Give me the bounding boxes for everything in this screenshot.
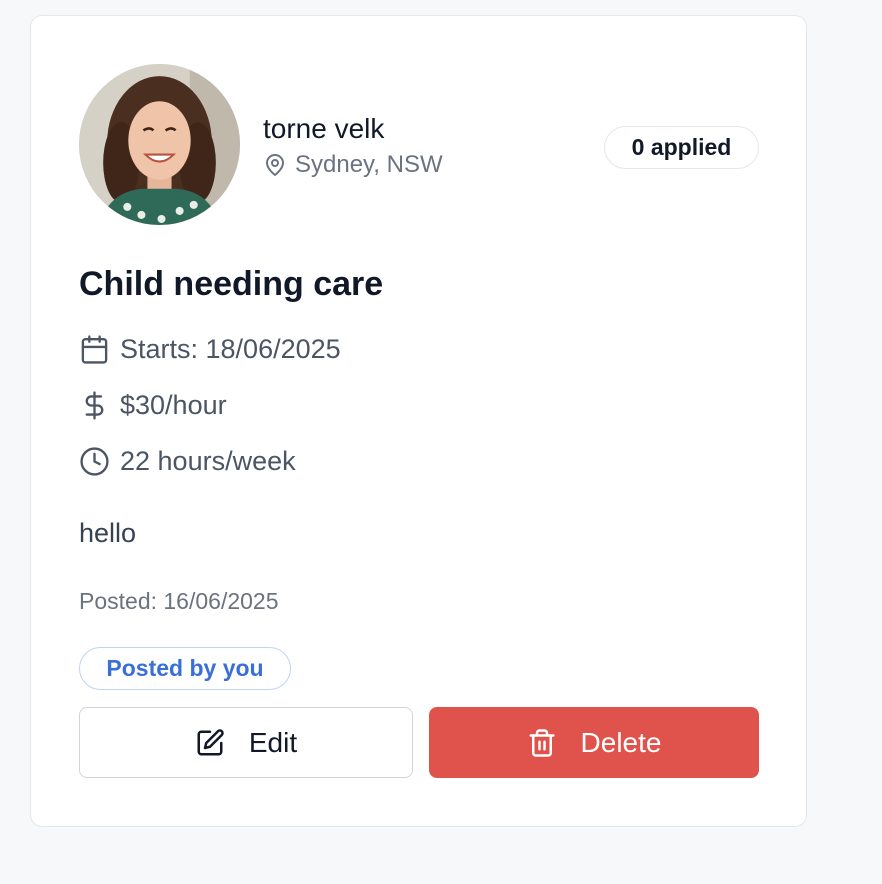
rate-text: $30/hour: [120, 390, 227, 420]
dollar-sign-icon: [79, 390, 110, 421]
edit-icon: [195, 728, 225, 758]
location-text: Sydney, NSW: [295, 151, 443, 178]
hours-text: 22 hours/week: [120, 446, 296, 476]
start-date-row: Starts: 18/06/2025: [79, 332, 341, 366]
delete-button[interactable]: Delete: [429, 707, 759, 778]
posted-date: Posted: 16/06/2025: [79, 588, 279, 614]
hours-row: 22 hours/week: [79, 444, 296, 478]
calendar-icon: [79, 334, 110, 365]
clock-icon: [79, 446, 110, 477]
applied-count-badge: 0 applied: [604, 126, 759, 169]
trash-icon: [527, 728, 557, 758]
poster-location: Sydney, NSW: [263, 150, 443, 180]
job-title: Child needing care: [79, 265, 384, 303]
poster-name: torne velk: [263, 113, 385, 144]
start-date-text: Starts: 18/06/2025: [120, 334, 341, 364]
edit-label: Edit: [248, 726, 298, 758]
avatar[interactable]: [79, 64, 240, 225]
posted-by-you-badge: Posted by you: [79, 647, 291, 690]
map-pin-icon: [263, 153, 287, 177]
job-card: torne velk Sydney, NSW 0 applied Child n…: [30, 15, 807, 827]
edit-button[interactable]: Edit: [79, 707, 413, 778]
delete-label: Delete: [580, 726, 662, 758]
avatar-photo: [79, 64, 240, 225]
job-description: hello: [79, 518, 137, 548]
rate-row: $30/hour: [79, 388, 227, 422]
